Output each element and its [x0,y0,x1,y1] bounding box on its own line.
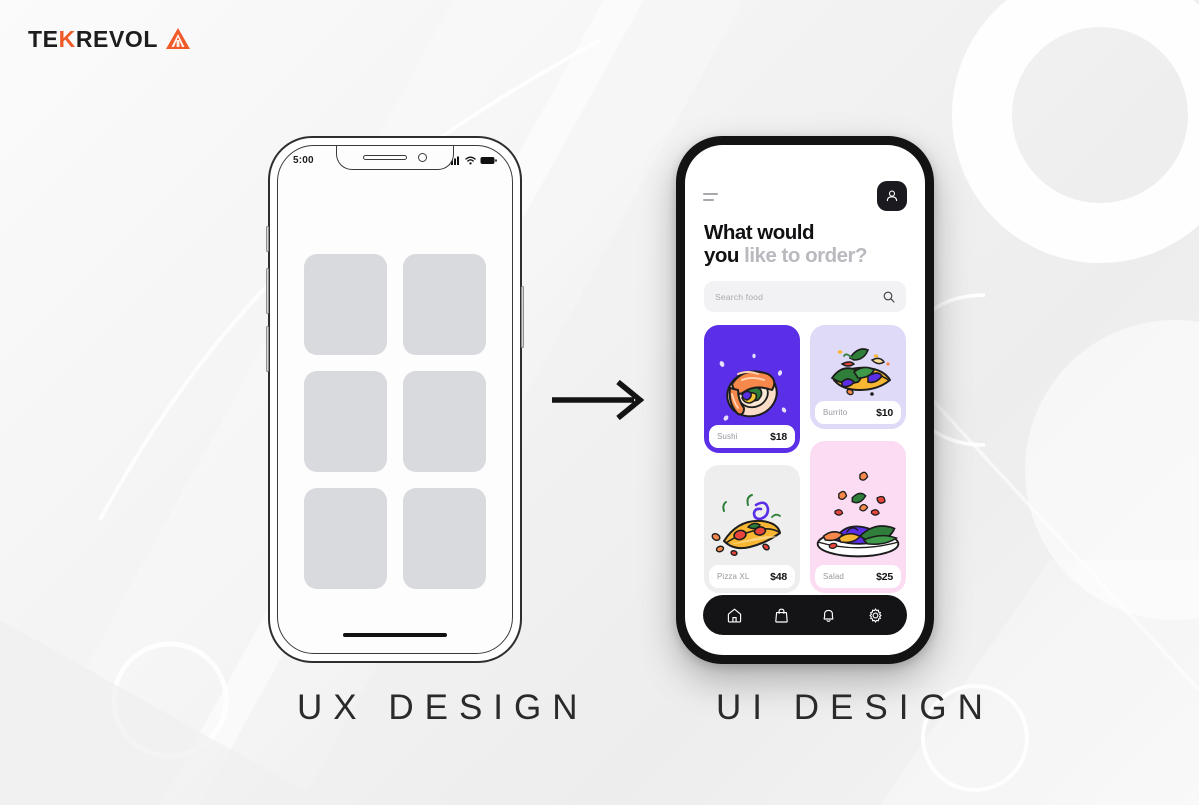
user-avatar-button[interactable] [877,181,907,211]
volume-down-button[interactable] [266,326,269,372]
bottom-navigation-bar [703,595,907,635]
food-price: $48 [770,570,787,583]
caption-ux-design: UX DESIGN [297,688,589,727]
wireframe-placeholder-3[interactable] [304,371,387,472]
food-name: Pizza XL [717,572,750,581]
food-card-burrito[interactable]: Burrito $10 [810,325,906,429]
ux-wireframe-grid [304,254,486,589]
status-icons [448,156,497,165]
nav-item-settings[interactable] [861,600,891,630]
wireframe-placeholder-2[interactable] [403,254,486,355]
home-indicator-bar [343,633,447,637]
ux-phone-mockup: 5:00 [266,136,524,663]
page-title-line-1: What would [704,221,815,244]
page-title-you: you [704,244,745,268]
home-icon [727,608,742,622]
ux-phone-screen: 5:00 [277,145,513,654]
bell-icon [823,609,834,622]
food-name: Salad [823,572,844,581]
transition-arrow [550,378,646,427]
food-card-column-right: Burrito $10 Salad $25 [810,325,906,593]
search-input[interactable]: Search food [704,281,906,312]
ui-phone-screen: What would you like to order? Search foo… [685,145,925,655]
caption-ui-design: UI DESIGN [716,688,994,727]
food-card-pizza[interactable]: Pizza XL $48 [704,465,800,593]
food-price: $18 [770,430,787,443]
wireframe-placeholder-4[interactable] [403,371,486,472]
food-name: Sushi [717,432,738,441]
screenshot-canvas: TE K REVOL 5:00 What would you like to o… [0,0,1199,805]
food-card-pricebar: Burrito $10 [815,401,901,424]
app-topbar [703,179,907,213]
bag-icon [775,608,788,623]
mute-switch[interactable] [266,226,269,252]
food-card-salad[interactable]: Salad $25 [810,441,906,593]
triangle-logo-mark-icon [166,28,191,49]
nav-item-home[interactable] [720,600,750,630]
page-title-muted: like to order? [744,244,868,268]
food-price: $10 [876,406,893,419]
wireframe-placeholder-1[interactable] [304,254,387,355]
search-placeholder-text: Search food [715,291,763,302]
wireframe-placeholder-5[interactable] [304,488,387,589]
status-time: 5:00 [293,154,314,166]
ui-phone-mockup: What would you like to order? Search foo… [676,136,934,664]
food-card-column-left: Sushi $18 Pizza XL $48 [704,325,800,593]
food-card-grid: Sushi $18 Pizza XL $48 Burrito $10 Salad… [704,325,906,593]
arrow-right-icon [552,379,645,421]
wifi-icon [465,156,476,165]
wireframe-placeholder-6[interactable] [403,488,486,589]
page-title: What would you like to order? [704,221,906,268]
hamburger-line-2 [703,199,714,201]
earpiece-speaker [363,155,407,160]
nav-item-bag[interactable] [767,600,797,630]
brand-logo: TE K REVOL [28,24,191,54]
brand-name-k: K [58,25,76,52]
food-card-pricebar: Pizza XL $48 [709,565,795,588]
power-button[interactable] [521,286,524,348]
nav-item-notifications[interactable] [814,600,844,630]
battery-icon [480,156,497,164]
search-icon[interactable] [883,291,895,303]
brand-name-part1: TE [28,25,59,52]
ux-phone-notch [336,146,454,170]
food-name: Burrito [823,408,848,417]
brand-name-part2: REVOL [75,25,159,52]
hamburger-line-1 [703,193,718,195]
brand-wordmark: TE K REVOL [28,25,159,52]
user-avatar-icon [886,190,898,202]
food-card-sushi[interactable]: Sushi $18 [704,325,800,453]
volume-up-button[interactable] [266,268,269,314]
food-card-pricebar: Sushi $18 [709,425,795,448]
food-card-pricebar: Salad $25 [815,565,901,588]
front-camera [418,153,427,162]
gear-icon [869,607,882,623]
page-title-line-2: you like to order? [704,244,906,267]
food-price: $25 [876,570,893,583]
hamburger-menu-icon[interactable] [703,191,720,201]
